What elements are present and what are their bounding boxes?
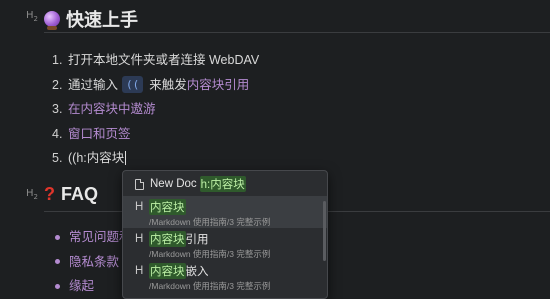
result-path: /Markdown 使用指南/3 完整示例 — [149, 217, 271, 227]
list-number: 3. — [52, 102, 63, 116]
option-label: 嵌入 — [185, 266, 209, 278]
heading-level-marker: H2 — [26, 188, 38, 201]
block-ref-link[interactable]: 窗口和页签 — [68, 122, 131, 147]
list-item: 3. 在内容块中遨游 — [52, 97, 259, 122]
list-item: 缘起 — [52, 274, 132, 299]
list-item-text: 通过输入 — [68, 77, 119, 92]
document-icon — [135, 178, 144, 190]
match-highlight: h:内容块 — [199, 176, 246, 192]
text-caret — [125, 151, 127, 166]
list-number: 1. — [52, 53, 63, 67]
option-label: 引用 — [185, 234, 209, 246]
heading-type-icon: H — [135, 233, 144, 245]
option-label: New Doc — [150, 178, 197, 190]
bullet-list: 常见问题和 隐私条款 缘起 — [52, 225, 132, 299]
new-doc-option[interactable]: New Doc h:内容块 — [123, 171, 327, 196]
bullet-dot — [55, 259, 60, 265]
list-item: 1. 打开本地文件夹或者连接 WebDAV — [52, 48, 259, 73]
list-item: 常见问题和 — [52, 225, 132, 250]
popup-scrollbar[interactable] — [323, 201, 326, 261]
list-item-editing[interactable]: 5. ((h:内容块 — [52, 146, 259, 171]
heading-title: 快速上手 — [66, 10, 138, 30]
list-number: 5. — [52, 151, 63, 165]
bullet-dot — [55, 283, 60, 289]
ordered-list: 1. 打开本地文件夹或者连接 WebDAV 2. 通过输入 (( 来触发 内容块… — [52, 48, 259, 171]
section-heading-quickstart: 快速上手 — [44, 6, 138, 32]
bullet-dot — [55, 234, 60, 240]
list-item-text: 来触发 — [149, 77, 187, 92]
block-ref-autocomplete-popup: New Doc h:内容块 H 内容块 /Markdown 使用指南/3 完整示… — [122, 170, 328, 299]
list-item: 隐私条款 — [52, 250, 132, 275]
section-heading-faq: ? FAQ — [44, 184, 98, 205]
match-highlight: 内容块 — [149, 263, 186, 279]
editor-input-text[interactable]: ((h:内容块 — [68, 146, 124, 171]
match-highlight: 内容块 — [149, 199, 186, 215]
list-item: 2. 通过输入 (( 来触发 内容块引用 — [52, 73, 259, 98]
list-item: 4. 窗口和页签 — [52, 122, 259, 147]
block-ref-link[interactable]: 在内容块中遨游 — [68, 97, 156, 122]
list-item-text: 打开本地文件夹或者连接 WebDAV — [68, 53, 260, 67]
heading-type-icon: H — [135, 265, 144, 277]
crystal-ball-icon — [44, 11, 60, 30]
search-result-item[interactable]: H 内容块 /Markdown 使用指南/3 完整示例 — [123, 196, 327, 228]
search-result-item[interactable]: H 内容块 引用 /Markdown 使用指南/3 完整示例 — [123, 228, 327, 260]
list-number: 2. — [52, 77, 63, 92]
heading-type-icon: H — [135, 201, 144, 213]
heading-divider — [44, 32, 550, 33]
heading-title: FAQ — [61, 184, 99, 204]
match-highlight: 内容块 — [149, 231, 186, 247]
question-mark-icon: ? — [44, 184, 55, 204]
list-number: 4. — [52, 126, 63, 141]
result-path: /Markdown 使用指南/3 完整示例 — [149, 249, 271, 259]
heading-level-marker: H2 — [26, 10, 38, 23]
search-result-item[interactable]: H 内容块 嵌入 /Markdown 使用指南/3 完整示例 — [123, 260, 327, 292]
result-path: /Markdown 使用指南/3 完整示例 — [149, 281, 271, 291]
inline-code: (( — [122, 76, 144, 94]
block-ref-link[interactable]: 缘起 — [69, 274, 94, 299]
block-ref-link[interactable]: 内容块引用 — [187, 73, 250, 98]
block-ref-link[interactable]: 隐私条款 — [69, 250, 119, 275]
